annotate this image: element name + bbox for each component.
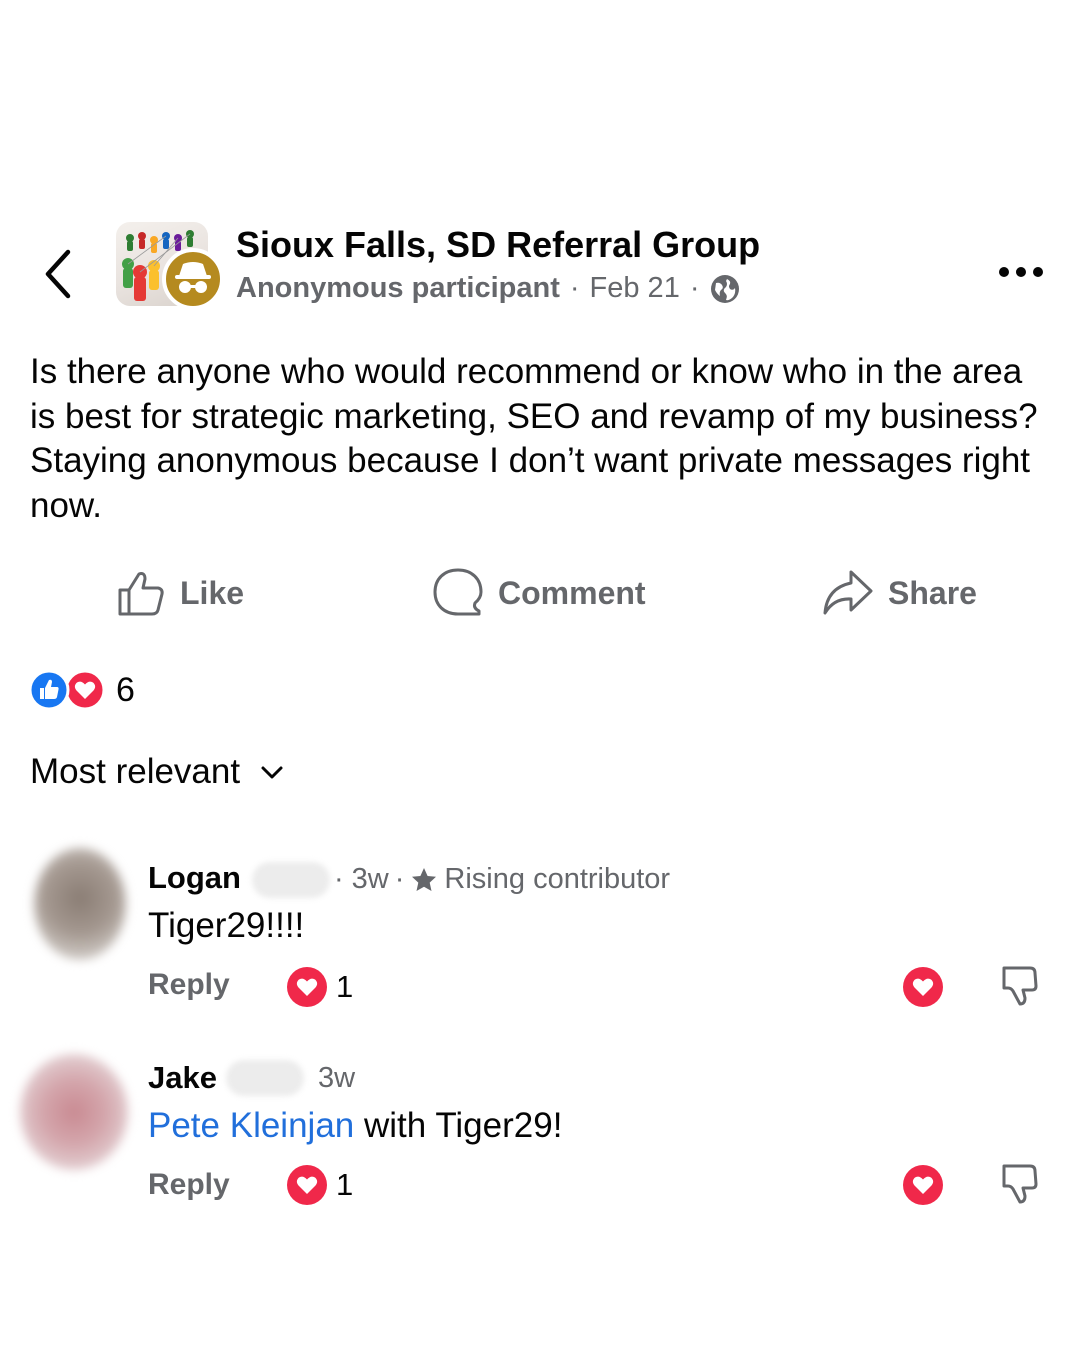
thumbs-down-icon [1002,966,1038,1006]
meta-separator: · [689,272,700,304]
thumbs-down-icon [1002,1164,1038,1204]
post-meta: Anonymous participant · Feb 21 · [236,272,740,305]
love-react-button[interactable] [902,966,944,1013]
incognito-icon [175,262,211,293]
redacted-surname [226,1060,304,1096]
heart-icon [903,967,943,1007]
comment-bubble-icon [433,568,483,616]
group-name[interactable]: Sioux Falls, SD Referral Group [236,224,760,266]
post-text: Is there anyone who would recommend or k… [30,352,1038,525]
back-button[interactable] [38,246,78,302]
comment-sort-dropdown[interactable]: Most relevant [30,752,286,792]
more-dots-icon [999,267,1043,277]
post-date[interactable]: Feb 21 [590,272,680,305]
love-reaction-icon [64,669,106,711]
more-options-button[interactable] [996,262,1046,282]
meta-separator: · [569,272,580,304]
star-icon [412,867,437,891]
like-button[interactable]: Like [116,562,244,624]
comment-text: Tiger29!!!! [148,906,305,945]
like-reaction-icon [28,669,70,711]
meta-separator: · [334,863,344,895]
meta-separator: · [394,863,405,895]
chevron-left-icon [45,249,71,299]
reply-button[interactable]: Reply [148,1168,230,1202]
comment-reaction-count: 1 [336,1167,354,1202]
love-react-button[interactable] [902,1164,944,1211]
dislike-button[interactable] [1000,1162,1040,1211]
post-author[interactable]: Anonymous participant [236,272,560,305]
globe-icon [710,274,739,303]
comment-text: Pete Kleinjan with Tiger29! [148,1106,562,1146]
group-avatar[interactable] [116,222,228,312]
commenter-name[interactable]: Jake [148,1060,217,1096]
comment-meta: · 3w · Rising contributor [334,863,670,896]
redacted-surname [252,862,330,898]
comment-reaction-count: 1 [336,969,354,1004]
heart-icon [903,1165,943,1205]
contributor-badge: Rising contributor [444,863,671,895]
comment-label: Comment [498,574,646,611]
comment-time[interactable]: 3w [352,863,389,896]
share-label: Share [888,574,977,611]
comment-reactions[interactable]: 1 [286,1164,353,1206]
like-label: Like [180,574,245,611]
share-arrow-icon [823,570,873,615]
anonymous-badge [162,248,224,310]
mention-link[interactable]: Pete Kleinjan [148,1106,354,1145]
dislike-button[interactable] [1000,964,1040,1013]
comment-button[interactable]: Comment [432,562,646,624]
commenter-avatar[interactable] [20,1054,128,1170]
chevron-down-icon [261,766,283,779]
reply-button[interactable]: Reply [148,968,230,1002]
comment-time[interactable]: 3w [318,1062,355,1095]
commenter-name[interactable]: Logan [148,860,241,896]
love-reaction-icon [287,967,327,1007]
love-reaction-icon [287,1165,327,1205]
reactions-summary[interactable]: 6 [28,668,135,712]
sort-label: Most relevant [30,752,241,791]
comment-reactions[interactable]: 1 [286,966,353,1008]
comment-meta: 3w [318,1062,355,1095]
share-button[interactable]: Share [822,562,977,624]
thumbs-up-icon [118,572,164,616]
commenter-avatar[interactable] [34,848,126,960]
comment-body: with Tiger29! [354,1106,563,1145]
reaction-count: 6 [116,670,135,709]
